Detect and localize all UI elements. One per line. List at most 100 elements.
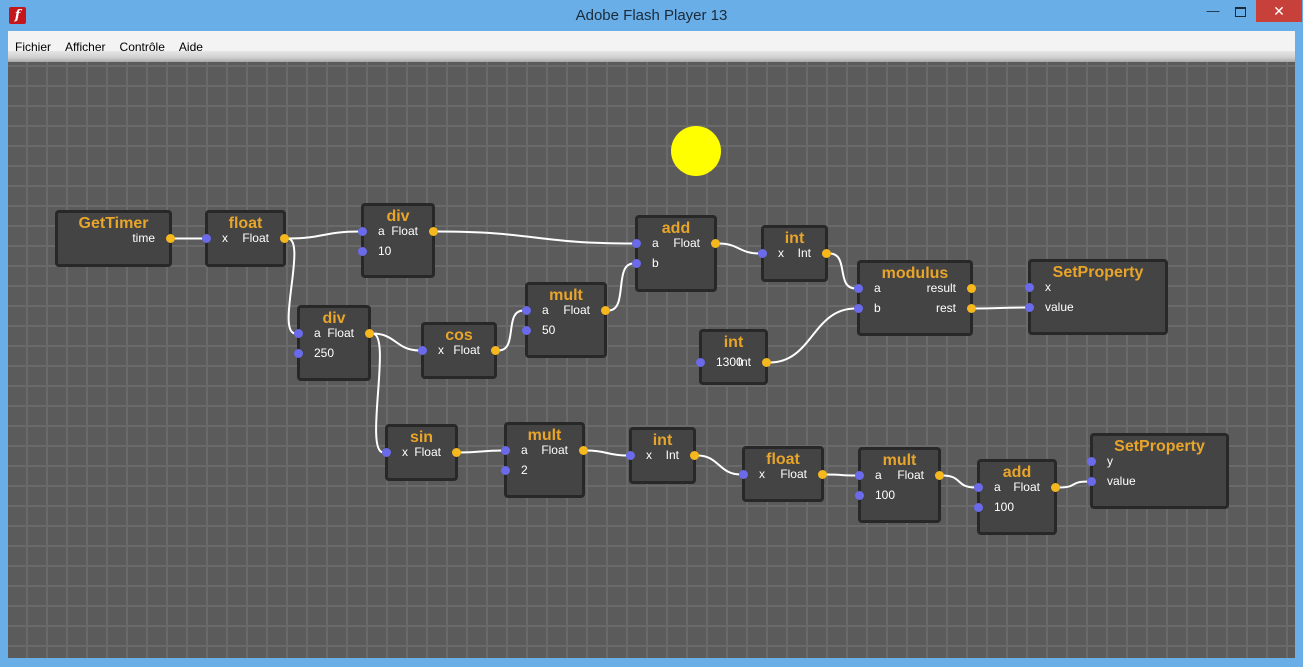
maximize-icon (1234, 6, 1246, 17)
input-port-dot[interactable] (1087, 477, 1096, 486)
node-int1300[interactable]: int 1300 Int (696, 329, 771, 385)
input-port-dot[interactable] (974, 483, 983, 492)
menu-aide[interactable]: Aide (172, 31, 210, 54)
node-cos[interactable]: cos x Float (418, 322, 500, 379)
output-port-label: result (926, 281, 956, 295)
input-port-dot[interactable] (418, 346, 427, 355)
wire (829, 252, 856, 290)
input-port-dot[interactable] (358, 227, 367, 236)
output-port-dot[interactable] (280, 234, 289, 243)
output-port-dot[interactable] (935, 471, 944, 480)
node-add1[interactable]: add a b Float (632, 215, 720, 292)
input-port-label: a (542, 303, 549, 317)
output-port-dot[interactable] (818, 470, 827, 479)
input-port-label: b (874, 301, 881, 315)
wire (825, 473, 857, 477)
output-port-label: Int (797, 246, 811, 260)
node-div1[interactable]: div a 10 Float (358, 203, 438, 278)
node-add2[interactable]: add a 100 Float (974, 459, 1060, 535)
node-graph-canvas[interactable]: GetTimer time float x Float div a 10 Float div a 25… (8, 62, 1295, 658)
node-title: int (652, 432, 673, 449)
input-port-dot[interactable] (202, 234, 211, 243)
input-port-dot[interactable] (1025, 283, 1034, 292)
output-port-label: Float (780, 467, 807, 481)
node-setproperty2[interactable]: SetProperty y value (1087, 433, 1229, 509)
output-port-dot[interactable] (967, 304, 976, 313)
output-port-label: time (132, 231, 155, 245)
wire (697, 454, 741, 476)
node-div2[interactable]: div a 250 Float (294, 305, 374, 381)
output-port-dot[interactable] (601, 306, 610, 315)
input-port-label: b (652, 256, 659, 270)
output-port-dot[interactable] (762, 358, 771, 367)
node-int1[interactable]: int x Int (758, 225, 831, 282)
node-mult1[interactable]: mult a 50 Float (522, 282, 610, 358)
node-int2[interactable]: int x Int (626, 427, 699, 484)
node-mult3[interactable]: mult a 100 Float (855, 447, 944, 523)
output-port-dot[interactable] (429, 227, 438, 236)
input-port-dot[interactable] (522, 306, 531, 315)
output-port-label: Float (1013, 480, 1040, 494)
node-mult2[interactable]: mult a 2 Float (501, 422, 588, 498)
node-gettimer[interactable]: GetTimer time (55, 210, 175, 267)
output-port-dot[interactable] (491, 346, 500, 355)
input-port-label: x (1045, 280, 1051, 294)
input-port-dot[interactable] (382, 448, 391, 457)
output-port-dot[interactable] (579, 446, 588, 455)
output-port-dot[interactable] (711, 239, 720, 248)
output-port-label: Int (737, 355, 751, 369)
output-port-dot[interactable] (822, 249, 831, 258)
input-port-label: x (778, 246, 784, 260)
output-port-dot[interactable] (967, 284, 976, 293)
input-port-label: value (1045, 300, 1074, 314)
maximize-button[interactable] (1225, 0, 1255, 22)
output-port-dot[interactable] (690, 451, 699, 460)
input-port-label: 2 (521, 463, 528, 477)
input-port-dot[interactable] (739, 470, 748, 479)
minimize-button[interactable]: — (1198, 0, 1228, 22)
input-port-dot[interactable] (855, 471, 864, 480)
node-float1[interactable]: float x Float (202, 210, 289, 267)
input-port-dot[interactable] (854, 284, 863, 293)
input-port-label: 100 (994, 500, 1015, 514)
input-port-dot[interactable] (501, 446, 510, 455)
input-port-label: 100 (875, 488, 896, 502)
input-port-dot[interactable] (626, 451, 635, 460)
node-title: SetProperty (1052, 264, 1144, 281)
input-port-dot[interactable] (696, 358, 705, 367)
wire (287, 237, 296, 335)
output-port-dot[interactable] (365, 329, 374, 338)
input-port-label: a (521, 443, 528, 457)
input-port-label: a (875, 468, 882, 482)
input-port-label: a (652, 236, 659, 250)
input-port-dot[interactable] (294, 349, 303, 358)
node-sin[interactable]: sin x Float (382, 424, 461, 481)
input-port-dot[interactable] (855, 491, 864, 500)
input-port-dot[interactable] (501, 466, 510, 475)
menu-fichier[interactable]: Fichier (8, 31, 58, 54)
node-setproperty1[interactable]: SetProperty x value (1025, 259, 1168, 335)
input-port-dot[interactable] (1025, 303, 1034, 312)
input-port-dot[interactable] (294, 329, 303, 338)
input-port-label: a (378, 224, 385, 238)
input-port-dot[interactable] (974, 503, 983, 512)
input-port-label: x (438, 343, 444, 357)
node-float2[interactable]: float x Float (739, 446, 827, 502)
output-port-label: Float (897, 468, 924, 482)
input-port-dot[interactable] (758, 249, 767, 258)
wire (608, 262, 634, 312)
input-port-dot[interactable] (632, 259, 641, 268)
input-port-dot[interactable] (358, 247, 367, 256)
menu-controle[interactable]: Contrôle (113, 31, 172, 54)
output-port-label: Float (541, 443, 568, 457)
output-port-dot[interactable] (1051, 483, 1060, 492)
input-port-dot[interactable] (1087, 457, 1096, 466)
wire (718, 242, 760, 255)
input-port-dot[interactable] (854, 304, 863, 313)
input-port-dot[interactable] (632, 239, 641, 248)
output-port-dot[interactable] (166, 234, 175, 243)
node-modulus[interactable]: modulus a b result rest (854, 260, 976, 336)
output-port-dot[interactable] (452, 448, 461, 457)
input-port-dot[interactable] (522, 326, 531, 335)
close-button[interactable]: ✕ (1256, 0, 1302, 22)
